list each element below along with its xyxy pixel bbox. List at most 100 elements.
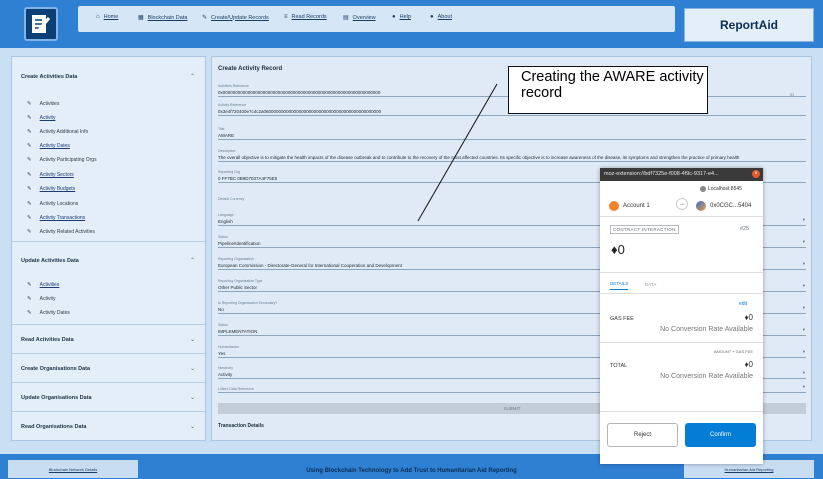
nav-create-update-records[interactable]: ✎ Create/Update Records [202, 14, 269, 22]
tab-details[interactable]: DETAILS [610, 281, 629, 290]
pencil-icon: ✎ [27, 101, 32, 107]
confirm-button[interactable]: Confirm [685, 423, 756, 447]
nav-read-records[interactable]: ≡ Read Records [284, 14, 327, 20]
nav-create-update-label: Create/Update Records [211, 14, 269, 21]
chevron-up-icon[interactable]: ⌃ [190, 73, 195, 80]
dropdown-arrow-icon: ▾ [802, 384, 805, 389]
amount-number: 0 [617, 242, 625, 257]
divider [600, 411, 763, 412]
sidebar-item-activity-transactions[interactable]: ✎ Activity Transactions [27, 215, 85, 221]
sidebar-item-update-activity[interactable]: ✎ Activity [27, 296, 55, 302]
chevron-down-icon[interactable]: ⌄ [190, 394, 195, 401]
metamask-popup: moz-extension://bdf7325e-f008-4f9c-9317-… [600, 168, 763, 464]
gas-fee-value: ♦0 [744, 313, 753, 322]
section-create-organisations[interactable]: Create Organisations Data ⌄ [12, 354, 205, 383]
section-update-organisations[interactable]: Update Organisations Data ⌄ [12, 383, 205, 412]
dropdown-arrow-icon: ▾ [802, 217, 805, 222]
sidebar-item-label: Activity Budgets [39, 186, 76, 192]
sidebar-item-activity-additional-info[interactable]: ✎ Activity Additional Info [27, 129, 88, 135]
pencil-icon: ✎ [27, 115, 32, 121]
dropdown-arrow-icon: ▾ [802, 283, 805, 288]
sidebar-item-activity-related-activities[interactable]: ✎ Activity Related Activities [27, 229, 95, 235]
nav-help[interactable]: ● Help [392, 14, 411, 20]
sidebar-item-label: Activity Participating Orgs [39, 157, 97, 163]
gas-conversion-note: No Conversion Rate Available [660, 326, 753, 333]
chevron-up-icon[interactable]: ⌃ [190, 257, 195, 264]
sidebar-item-update-activity-dates[interactable]: ✎ Activity Dates [27, 310, 70, 316]
section-read-activities[interactable]: Read Activities Data ⌄ [12, 325, 205, 354]
pencil-icon: ✎ [202, 15, 208, 21]
nav-read-records-label: Read Records [291, 14, 327, 20]
contract-avatar-icon [696, 201, 706, 211]
sidebar-item-activities[interactable]: ✎ Activities [27, 101, 59, 107]
chevron-down-icon[interactable]: ⌄ [190, 365, 195, 372]
pencil-icon: ✎ [27, 282, 32, 288]
tab-data[interactable]: DATA [645, 282, 656, 287]
sidebar-item-activity-participating-orgs[interactable]: ✎ Activity Participating Orgs [27, 157, 97, 163]
divider [600, 272, 763, 273]
nav-blockchain-data[interactable]: ▦ Blockchain Data [138, 14, 187, 22]
nav-about[interactable]: ● About [430, 14, 452, 20]
nav-home[interactable]: ⌂ Home [96, 14, 118, 20]
total-label: TOTAL [610, 363, 628, 369]
home-icon: ⌂ [96, 14, 100, 20]
divider [600, 216, 763, 217]
section-title[interactable]: Update Activities Data [21, 258, 79, 264]
nav-overview[interactable]: ▤ Overview [343, 14, 376, 22]
sidebar-item-label: Activity Related Activities [39, 229, 95, 235]
from-account-name: Account 1 [623, 203, 650, 209]
grid-icon: ▦ [138, 15, 144, 21]
section-title[interactable]: Create Activities Data [21, 74, 77, 80]
contract-interaction-badge: CONTRACT INTERACTION [610, 225, 679, 234]
sidebar-item-label: Activity [39, 296, 56, 302]
divider [600, 293, 763, 294]
pencil-icon: ✎ [27, 310, 32, 316]
sidebar-item-label: Activity Additional Info [39, 129, 89, 135]
sidebar-item-label: Activity Dates [39, 310, 70, 316]
brand-title[interactable]: ReportAid [684, 8, 814, 42]
eth-icon: ♦ [611, 242, 618, 257]
field-value: The overall objective is to mitigate the… [218, 155, 740, 160]
section-title: Read Activities Data [21, 337, 74, 343]
chevron-down-icon[interactable]: ⌄ [190, 423, 195, 430]
document-edit-icon [32, 15, 51, 33]
sidebar-item-activity-budgets[interactable]: ✎ Activity Budgets [27, 186, 75, 192]
pencil-icon: ✎ [27, 143, 32, 149]
reject-button[interactable]: Reject [607, 423, 678, 447]
dropdown-arrow-icon: ▾ [802, 327, 805, 332]
nav-about-label: About [437, 14, 452, 20]
help-icon: ● [392, 14, 396, 20]
sidebar-item-activity[interactable]: ✎ Activity [27, 115, 55, 121]
edit-gas-link[interactable]: edit [739, 301, 747, 307]
transaction-id: #25 [740, 226, 750, 232]
description-field[interactable]: Description The overall objective is to m… [218, 149, 806, 162]
network-indicator[interactable]: Localhost 8545 [700, 186, 742, 192]
section-read-organisations[interactable]: Read Organisations Data ⌄ [12, 412, 205, 441]
network-name: Localhost 8545 [708, 186, 742, 192]
pencil-icon: ✎ [27, 157, 32, 163]
chevron-down-icon[interactable]: ⌄ [190, 336, 195, 343]
total-conversion-note: No Conversion Rate Available [660, 373, 753, 380]
section-title: Create Organisations Data [21, 366, 91, 372]
popup-titlebar: moz-extension://bdf7325e-f008-4f9c-9317-… [600, 168, 763, 181]
sidebar: Create Activities Data ⌃ ✎ Activities ✎ Ac… [11, 56, 206, 441]
sidebar-item-activity-dates[interactable]: ✎ Activity Dates [27, 143, 70, 149]
app-logo[interactable] [24, 7, 58, 41]
pencil-icon: ✎ [27, 229, 32, 235]
arrow-right-icon: → [676, 198, 688, 210]
to-address-value: 0x0CGC...5404 [710, 203, 752, 209]
nav-overview-label: Overview [352, 14, 376, 21]
title-field[interactable]: Title AWARE [218, 127, 806, 140]
from-account: Account 1 [609, 201, 650, 211]
chart-icon: ▤ [343, 15, 349, 21]
sidebar-item-label: Activity Transactions [39, 215, 86, 221]
transaction-details-title: Transaction Details [218, 423, 264, 429]
section-title: Update Organisations Data [21, 395, 92, 401]
top-bar: ⌂ Home ▦ Blockchain Data ✎ Create/Update Re… [0, 0, 823, 48]
sidebar-item-activity-locations[interactable]: ✎ Activity Locations [27, 201, 78, 207]
pencil-icon: ✎ [27, 201, 32, 207]
close-icon[interactable]: × [752, 170, 760, 178]
sidebar-item-activity-sectors[interactable]: ✎ Activity Sectors [27, 172, 74, 178]
dropdown-arrow-icon: ▾ [802, 239, 805, 244]
sidebar-item-update-activities[interactable]: ✎ Activities [27, 282, 59, 288]
